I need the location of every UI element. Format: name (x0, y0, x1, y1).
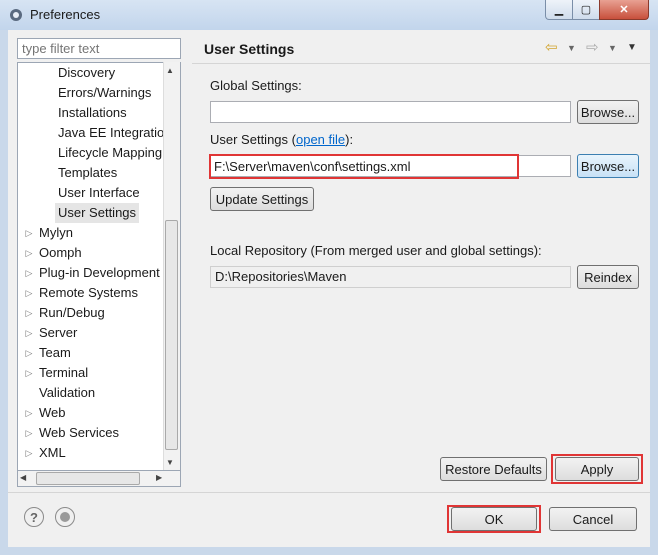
page-title: User Settings (204, 41, 295, 57)
scroll-right-icon[interactable]: ▶ (156, 473, 162, 482)
record-icon[interactable] (55, 507, 75, 527)
maximize-icon[interactable]: ▢ (572, 0, 600, 20)
global-settings-input[interactable] (210, 101, 571, 123)
user-settings-value: F:\Server\maven\conf\settings.xml (214, 159, 411, 174)
tree-item-user-settings[interactable]: User Settings (55, 203, 140, 223)
expand-arrow-icon[interactable]: ▷ (24, 323, 34, 343)
footer-separator (8, 492, 650, 493)
expand-arrow-icon[interactable]: ▷ (24, 223, 34, 243)
tree-item-server[interactable]: ▷ Server (18, 323, 168, 343)
user-settings-label: User Settings (open file): (210, 132, 354, 147)
tree-item-mylyn[interactable]: ▷ Mylyn (18, 223, 168, 243)
user-browse-button[interactable]: Browse... (577, 154, 639, 178)
scroll-up-icon[interactable]: ▲ (166, 66, 174, 75)
tree-item-discovery[interactable]: Discovery (58, 63, 115, 83)
expand-arrow-icon[interactable]: ▷ (24, 363, 34, 383)
scroll-down-icon[interactable]: ▼ (166, 458, 174, 467)
view-menu-chevron-down-icon[interactable]: ▼ (627, 42, 637, 53)
expand-arrow-icon[interactable]: ▷ (24, 263, 34, 283)
horizontal-scroll-thumb[interactable] (36, 472, 140, 485)
back-menu-chevron-down-icon[interactable]: ▼ (567, 43, 576, 53)
expand-arrow-icon[interactable]: ▷ (24, 243, 34, 263)
tree-item-run-debug[interactable]: ▷ Run/Debug (18, 303, 168, 323)
tree-item-plug-in-development[interactable]: ▷ Plug-in Development (18, 263, 168, 283)
update-settings-button[interactable]: Update Settings (210, 187, 314, 211)
tree-item-errors-warnings[interactable]: Errors/Warnings (58, 83, 151, 103)
global-browse-button[interactable]: Browse... (577, 100, 639, 124)
help-icon[interactable]: ? (24, 507, 44, 527)
back-arrow-icon[interactable]: ⇦ (545, 38, 558, 56)
close-icon[interactable]: ✕ (599, 0, 649, 20)
scroll-left-icon[interactable]: ◀ (20, 473, 26, 482)
expand-arrow-icon[interactable]: ▷ (24, 283, 34, 303)
reindex-button[interactable]: Reindex (577, 265, 639, 289)
tree-item-web[interactable]: ▷ Web (18, 403, 168, 423)
tree-item-user-interface[interactable]: User Interface (58, 183, 140, 203)
tree-item-xml[interactable]: ▷ XML (18, 443, 168, 463)
expand-arrow-icon[interactable]: ▷ (24, 303, 34, 323)
window-title: Preferences (30, 7, 101, 22)
minimize-icon[interactable]: ▁ (545, 0, 573, 20)
cancel-button[interactable]: Cancel (549, 507, 637, 531)
tree-item-validation[interactable]: Validation (18, 383, 168, 403)
tree-item-java-ee-integration[interactable]: Java EE Integration (58, 123, 171, 143)
gear-icon (10, 9, 22, 21)
expand-arrow-icon[interactable]: ▷ (24, 443, 34, 463)
tree-item-web-services[interactable]: ▷ Web Services (18, 423, 168, 443)
expand-arrow-icon[interactable]: ▷ (24, 343, 34, 363)
tree-item-team[interactable]: ▷ Team (18, 343, 168, 363)
local-repository-label: Local Repository (From merged user and g… (210, 243, 542, 258)
tree-item-templates[interactable]: Templates (58, 163, 117, 183)
expand-arrow-icon[interactable]: ▷ (24, 403, 34, 423)
tree-item-lifecycle-mapping[interactable]: Lifecycle Mapping (58, 143, 162, 163)
tree-item-remote-systems[interactable]: ▷ Remote Systems (18, 283, 168, 303)
local-repository-field: D:\Repositories\Maven (210, 266, 571, 288)
tree-item-installations[interactable]: Installations (58, 103, 127, 123)
preferences-tree[interactable]: Discovery Errors/Warnings Installations … (17, 62, 181, 472)
open-file-link[interactable]: open file (296, 132, 345, 147)
tree-item-oomph[interactable]: ▷ Oomph (18, 243, 168, 263)
tree-item-terminal[interactable]: ▷ Terminal (18, 363, 168, 383)
forward-menu-chevron-down-icon[interactable]: ▼ (608, 43, 617, 53)
apply-highlight (551, 454, 643, 484)
ok-highlight (447, 505, 541, 533)
global-settings-label: Global Settings: (210, 78, 302, 93)
filter-input[interactable] (17, 38, 181, 59)
vertical-scroll-thumb[interactable] (165, 220, 178, 450)
expand-arrow-icon[interactable]: ▷ (24, 423, 34, 443)
restore-defaults-button[interactable]: Restore Defaults (440, 457, 547, 481)
forward-arrow-icon[interactable]: ⇨ (586, 38, 599, 56)
